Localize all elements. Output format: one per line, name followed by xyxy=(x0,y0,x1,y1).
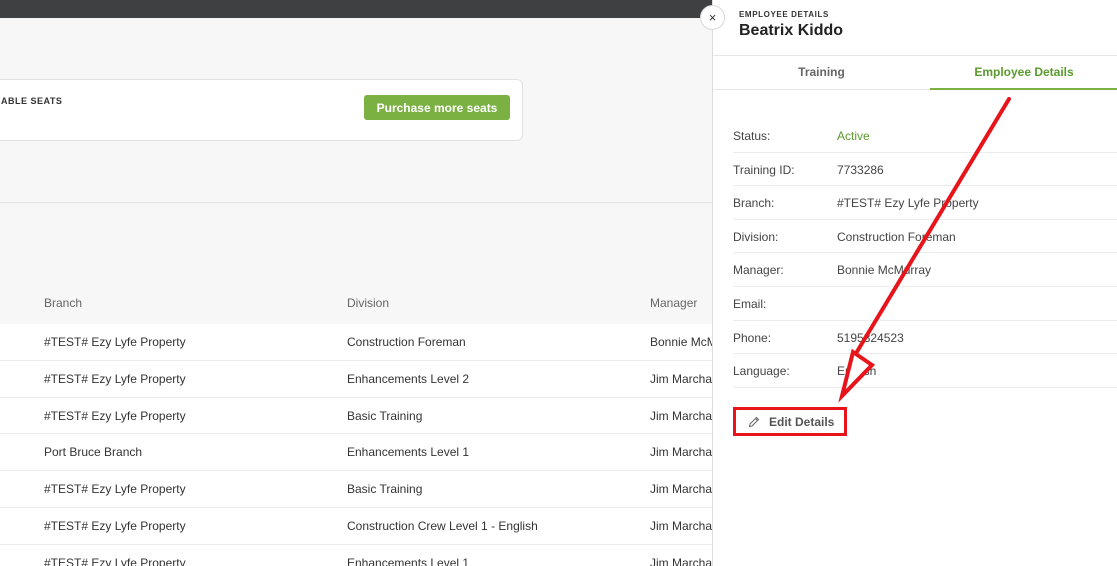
table-row[interactable]: Port Bruce Branch Enhancements Level 1 J… xyxy=(0,434,712,472)
division-value: Construction Foreman xyxy=(837,229,956,244)
section-divider xyxy=(0,202,712,203)
detail-row-email: Email: xyxy=(733,287,1117,321)
detail-label: Status: xyxy=(733,129,771,143)
status-value: Active xyxy=(837,129,870,143)
detail-label: Division: xyxy=(733,229,779,244)
detail-label: Email: xyxy=(733,296,767,311)
table-row[interactable]: #TEST# Ezy Lyfe Property Construction Cr… xyxy=(0,507,712,545)
manager-cell: Jim Marchar xyxy=(650,518,712,533)
branch-cell: #TEST# Ezy Lyfe Property xyxy=(44,518,186,533)
branch-cell: #TEST# Ezy Lyfe Property xyxy=(44,371,186,386)
page: ABLE SEATS Purchase more seats Branch Di… xyxy=(0,0,1117,566)
phone-value: 5195324523 xyxy=(837,330,904,345)
column-header-division[interactable]: Division xyxy=(347,296,389,310)
division-cell: Construction Crew Level 1 - English xyxy=(347,518,538,533)
detail-label: Manager: xyxy=(733,263,784,278)
close-panel-button[interactable]: × xyxy=(700,5,725,30)
branch-cell: #TEST# Ezy Lyfe Property xyxy=(44,482,186,497)
table-row[interactable]: #TEST# Ezy Lyfe Property Construction Fo… xyxy=(0,324,712,361)
purchase-more-seats-button[interactable]: Purchase more seats xyxy=(364,95,510,120)
division-cell: Enhancements Level 1 xyxy=(347,445,470,460)
employee-details-list: Status: Active Training ID: 7733286 Bran… xyxy=(733,119,1117,388)
close-icon: × xyxy=(708,10,717,25)
tab-employee-details[interactable]: Employee Details xyxy=(930,56,1117,90)
column-header-manager[interactable]: Manager xyxy=(650,296,697,310)
branch-cell: Port Bruce Branch xyxy=(44,445,143,460)
branch-cell: #TEST# Ezy Lyfe Property xyxy=(44,335,186,349)
detail-row-status: Status: Active xyxy=(733,119,1117,153)
branch-cell: #TEST# Ezy Lyfe Property xyxy=(44,555,186,566)
division-cell: Basic Training xyxy=(347,482,423,497)
branch-cell: #TEST# Ezy Lyfe Property xyxy=(44,408,186,423)
detail-row-language: Language: English xyxy=(733,354,1117,388)
panel-kicker: EMPLOYEE DETAILS xyxy=(739,10,829,19)
panel-tabs: Training Employee Details xyxy=(713,55,1117,90)
detail-label: Training ID: xyxy=(733,162,795,177)
manager-cell: Jim Marchar xyxy=(650,555,712,566)
detail-label: Phone: xyxy=(733,330,772,345)
table-header: Branch Division Manager xyxy=(0,288,712,318)
seats-label: ABLE SEATS xyxy=(1,96,63,106)
employee-details-panel: EMPLOYEE DETAILS Beatrix Kiddo Training … xyxy=(712,0,1117,566)
pencil-icon xyxy=(748,416,760,427)
manager-cell: Jim Marchar xyxy=(650,371,712,386)
detail-label: Language: xyxy=(733,364,790,379)
manager-value: Bonnie McMurray xyxy=(837,263,932,278)
table-row[interactable]: #TEST# Ezy Lyfe Property Basic Training … xyxy=(0,471,712,508)
employee-table: #TEST# Ezy Lyfe Property Construction Fo… xyxy=(0,324,712,566)
manager-cell: Jim Marchar xyxy=(650,445,712,460)
edit-details-label: Edit Details xyxy=(769,414,835,429)
table-row[interactable]: #TEST# Ezy Lyfe Property Basic Training … xyxy=(0,397,712,435)
division-cell: Enhancements Level 1 xyxy=(347,555,470,566)
detail-row-manager: Manager: Bonnie McMurray xyxy=(733,253,1117,287)
seats-card: ABLE SEATS Purchase more seats xyxy=(0,79,523,141)
manager-cell: Bonnie McM xyxy=(650,335,712,349)
detail-row-training-id: Training ID: 7733286 xyxy=(733,153,1117,187)
detail-row-phone: Phone: 5195324523 xyxy=(733,321,1117,355)
column-header-branch[interactable]: Branch xyxy=(44,296,82,310)
training-id-value: 7733286 xyxy=(837,162,884,177)
table-row[interactable]: #TEST# Ezy Lyfe Property Enhancements Le… xyxy=(0,360,712,398)
employee-name: Beatrix Kiddo xyxy=(739,22,844,39)
branch-value: #TEST# Ezy Lyfe Property xyxy=(837,196,979,211)
detail-row-division: Division: Construction Foreman xyxy=(733,220,1117,254)
detail-row-branch: Branch: #TEST# Ezy Lyfe Property xyxy=(733,186,1117,220)
manager-cell: Jim Marchar xyxy=(650,482,712,497)
detail-label: Branch: xyxy=(733,196,775,211)
division-cell: Enhancements Level 2 xyxy=(347,371,470,386)
edit-details-button[interactable]: Edit Details xyxy=(733,407,847,436)
tab-training[interactable]: Training xyxy=(713,56,930,90)
table-row[interactable]: #TEST# Ezy Lyfe Property Enhancements Le… xyxy=(0,544,712,566)
manager-cell: Jim Marchar xyxy=(650,408,712,423)
language-value: English xyxy=(837,364,877,379)
division-cell: Basic Training xyxy=(347,408,423,423)
division-cell: Construction Foreman xyxy=(347,335,466,349)
